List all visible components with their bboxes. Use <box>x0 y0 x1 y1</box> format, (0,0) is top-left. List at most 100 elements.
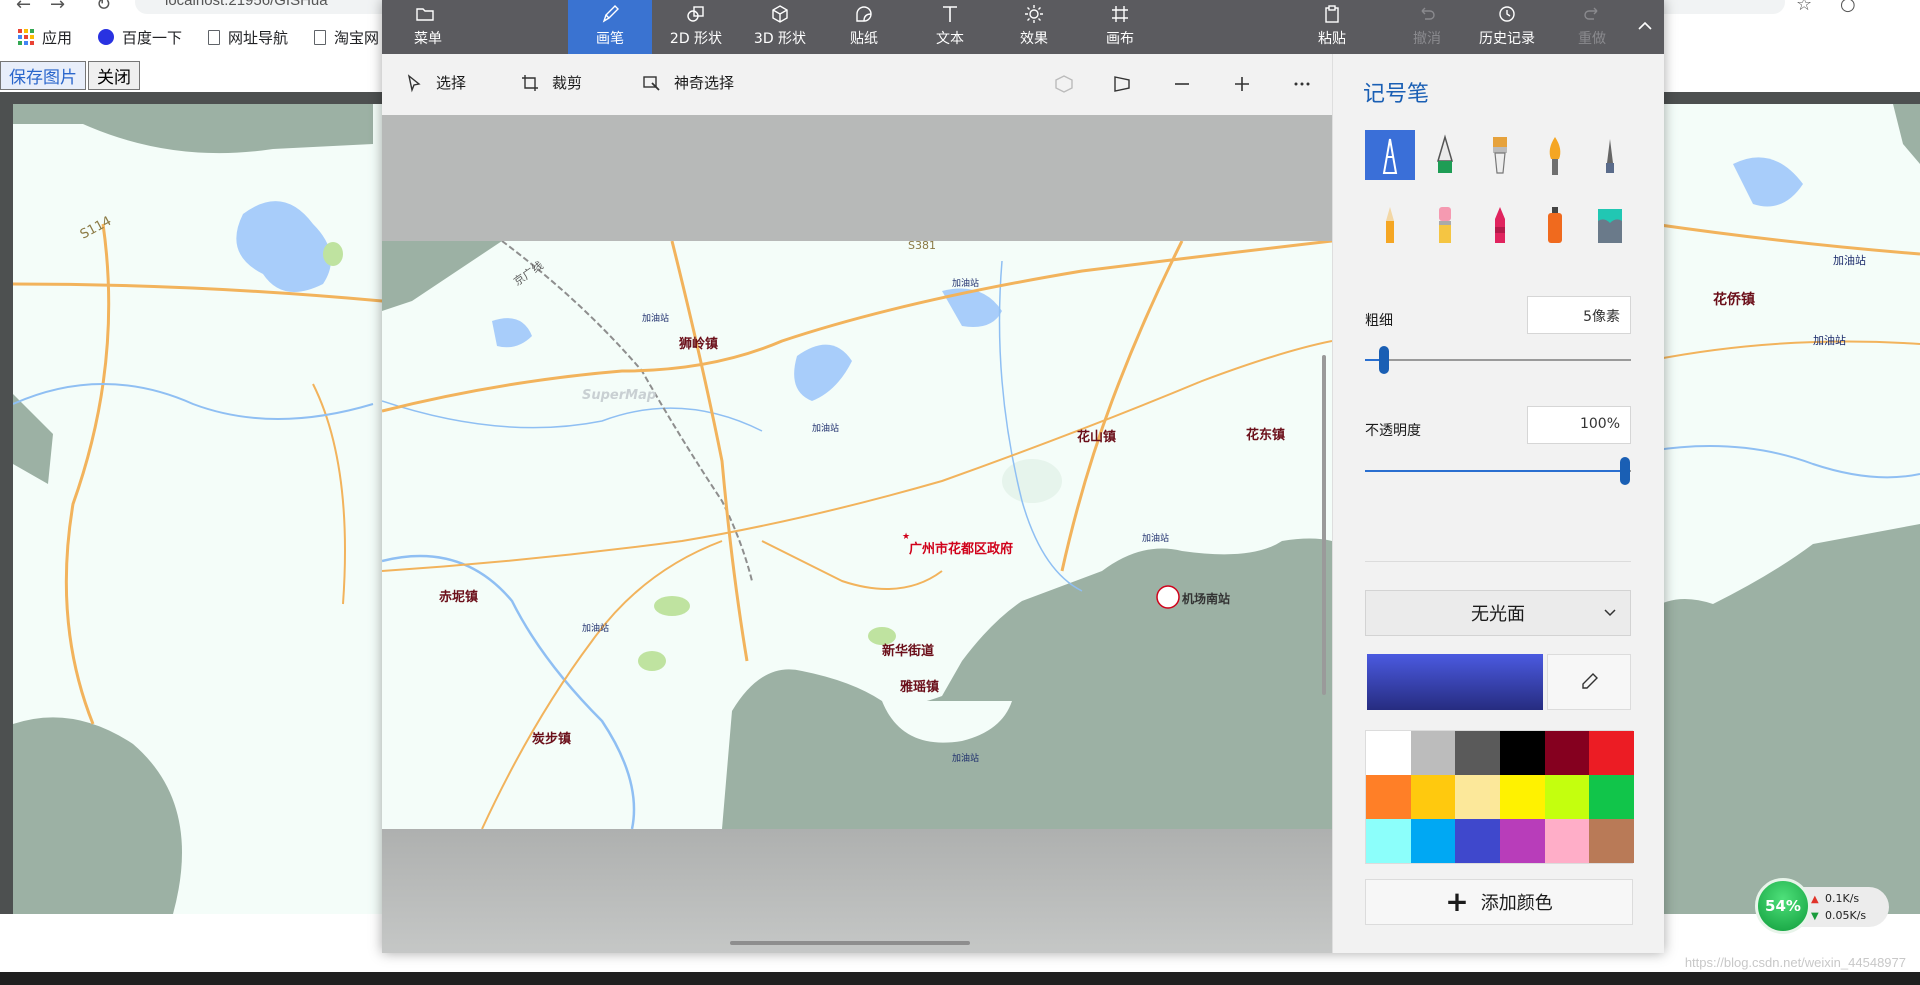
ribbon-label: 效果 <box>1020 31 1048 47</box>
crop-icon <box>522 74 538 91</box>
palette-color[interactable] <box>1410 819 1456 863</box>
calligraphy-pen-icon <box>1437 134 1453 173</box>
collapse-ribbon-button[interactable] <box>1626 0 1664 54</box>
palette-color[interactable] <box>1410 731 1456 775</box>
reload-icon[interactable]: ↻ <box>96 0 111 15</box>
tab-canvas[interactable]: 画布 <box>1078 0 1162 54</box>
page-icon <box>208 29 221 45</box>
close-button[interactable]: 关闭 <box>88 61 140 90</box>
government-star: ★ <box>902 532 910 542</box>
palette-color[interactable] <box>1499 819 1545 863</box>
menu-button[interactable]: 菜单 <box>382 0 462 54</box>
history-button[interactable]: 历史记录 <box>1462 0 1552 54</box>
brush-oil[interactable] <box>1475 130 1525 180</box>
town-label: 赤坭镇 <box>439 589 478 605</box>
palette-color[interactable] <box>1589 775 1634 819</box>
horizontal-scrollbar[interactable] <box>730 941 970 945</box>
select-tool-button[interactable]: 选择 <box>404 72 466 93</box>
eyedropper-button[interactable] <box>1547 654 1631 710</box>
brush-fill-bucket[interactable] <box>1585 200 1635 250</box>
zoom-out-icon[interactable] <box>1170 72 1194 96</box>
bookmark-baidu[interactable]: 百度一下 <box>98 27 182 48</box>
undo-button[interactable]: 撤消 <box>1392 0 1462 54</box>
current-color-swatch[interactable] <box>1367 654 1543 710</box>
add-color-button[interactable]: + 添加颜色 <box>1365 879 1633 925</box>
more-options-icon[interactable] <box>1290 72 1314 96</box>
text-icon <box>943 6 957 22</box>
sun-icon <box>1025 5 1043 23</box>
map-watermark: SuperMap <box>582 388 656 403</box>
brush-watercolor[interactable] <box>1530 130 1580 180</box>
tab-stickers[interactable]: 贴纸 <box>822 0 906 54</box>
tab-effects[interactable]: 效果 <box>992 0 1076 54</box>
bookmark-star-icon[interactable]: ☆ <box>1796 0 1812 15</box>
magic-select-button[interactable]: 神奇选择 <box>642 72 734 93</box>
palette-color[interactable] <box>1455 775 1500 819</box>
bookmark-nav[interactable]: 网址导航 <box>208 27 288 48</box>
ribbon-label: 重做 <box>1578 31 1606 47</box>
tool-label: 神奇选择 <box>674 74 735 92</box>
bookmark-taobao[interactable]: 淘宝网 <box>314 27 379 48</box>
svg-text:加油站: 加油站 <box>952 752 979 764</box>
zoom-in-icon[interactable] <box>1230 72 1254 96</box>
bookmark-apps[interactable]: 应用 <box>18 27 72 48</box>
thickness-slider-thumb[interactable] <box>1379 346 1390 374</box>
view-3d-icon[interactable] <box>1110 72 1134 96</box>
brush-crayon[interactable] <box>1475 200 1525 250</box>
brush-eraser[interactable] <box>1420 200 1470 250</box>
crop-tool-button[interactable]: 裁剪 <box>520 72 582 93</box>
tool-label: 选择 <box>436 74 467 92</box>
paste-button[interactable]: 粘贴 <box>1292 0 1372 54</box>
canvas-map-image[interactable]: S381 京广线 SuperMap 狮岭镇 花山镇 花东镇 赤坭镇 新华街道 雅… <box>382 241 1332 829</box>
network-speed-widget[interactable]: ▲ 0.1K/s ▼ 0.05K/s 54% <box>1755 878 1889 934</box>
brush-marker[interactable] <box>1365 130 1415 180</box>
cube-icon <box>772 5 788 23</box>
thickness-slider[interactable] <box>1365 346 1631 374</box>
forward-icon[interactable]: → <box>50 0 65 15</box>
mixed-reality-icon[interactable] <box>1052 72 1076 96</box>
palette-color[interactable] <box>1589 731 1634 775</box>
back-icon[interactable]: ← <box>16 0 31 15</box>
page-button-group: 保存图片 关闭 <box>0 61 142 90</box>
palette-color[interactable] <box>1455 819 1500 863</box>
brush-pixel-pen[interactable] <box>1585 130 1635 180</box>
tab-2d-shapes[interactable]: 2D 形状 <box>654 0 738 54</box>
airport-label: 机场南站 <box>1182 591 1230 606</box>
folder-icon <box>416 8 434 21</box>
palette-color[interactable] <box>1410 775 1456 819</box>
thickness-label: 粗细 <box>1365 313 1393 329</box>
palette-color[interactable] <box>1499 775 1545 819</box>
profile-icon[interactable]: ○ <box>1840 0 1856 15</box>
palette-color[interactable] <box>1544 731 1590 775</box>
history-icon <box>1499 6 1515 22</box>
palette-color[interactable] <box>1544 775 1590 819</box>
palette-color[interactable] <box>1589 819 1634 863</box>
redo-button[interactable]: 重做 <box>1557 0 1627 54</box>
opacity-slider-thumb[interactable] <box>1620 457 1630 485</box>
download-speed: 0.05K/s <box>1825 909 1867 922</box>
palette-color[interactable] <box>1499 731 1545 775</box>
brush-spray-can[interactable] <box>1530 200 1580 250</box>
canvas-workspace[interactable]: S381 京广线 SuperMap 狮岭镇 花山镇 花东镇 赤坭镇 新华街道 雅… <box>382 115 1332 953</box>
panel-divider <box>1365 561 1631 562</box>
palette-color[interactable] <box>1366 819 1411 863</box>
opacity-input[interactable]: 100% <box>1527 406 1631 444</box>
palette-color[interactable] <box>1544 819 1590 863</box>
palette-color[interactable] <box>1455 731 1500 775</box>
tab-brushes[interactable]: 画笔 <box>568 0 652 54</box>
palette-color[interactable] <box>1366 731 1411 775</box>
save-image-button[interactable]: 保存图片 <box>0 61 86 90</box>
download-arrow-icon: ▼ <box>1811 911 1819 922</box>
svg-text:加油站: 加油站 <box>642 312 669 324</box>
palette-color[interactable] <box>1366 775 1411 819</box>
vertical-scrollbar[interactable] <box>1322 355 1326 695</box>
finish-value: 无光面 <box>1471 604 1525 625</box>
thickness-input[interactable]: 5像素 <box>1527 296 1631 334</box>
finish-dropdown[interactable]: 无光面 <box>1365 590 1631 636</box>
brush-calligraphy-pen[interactable] <box>1420 130 1470 180</box>
opacity-slider[interactable] <box>1365 457 1631 485</box>
clipboard-icon <box>1325 5 1339 23</box>
tab-3d-shapes[interactable]: 3D 形状 <box>738 0 822 54</box>
tab-text[interactable]: 文本 <box>908 0 992 54</box>
brush-pencil[interactable] <box>1365 200 1415 250</box>
